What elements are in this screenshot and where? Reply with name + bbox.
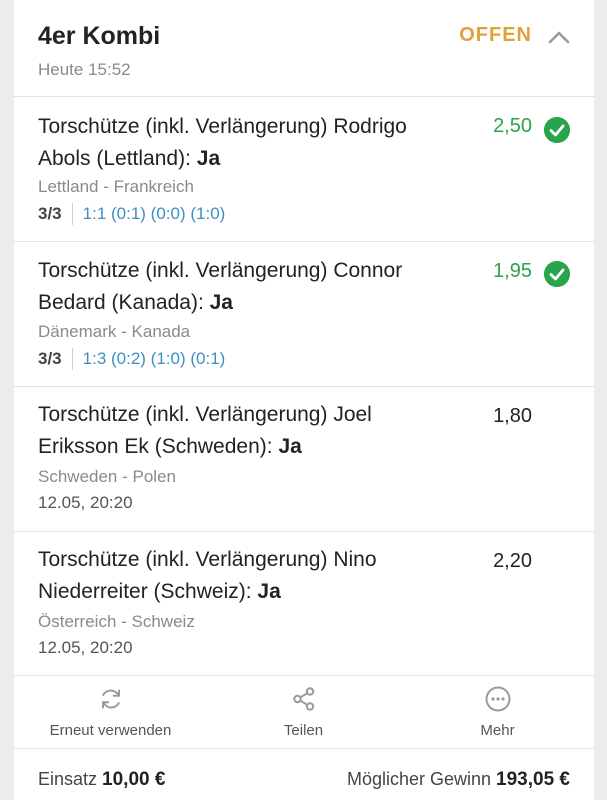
periods-count: 3/3	[38, 349, 62, 368]
bet-odds: 2,20	[493, 550, 532, 572]
match-name: Dänemark - Kanada	[38, 322, 191, 341]
bet-market: Torschütze (inkl. Verlängerung) Joel Eri…	[38, 403, 372, 458]
potential-win: Möglicher Gewinn 193,05 €	[347, 769, 570, 791]
match-name: Österreich - Schweiz	[38, 612, 195, 631]
bet-pick: Ja	[196, 147, 221, 170]
share-button[interactable]: Teilen	[207, 676, 400, 748]
bet-selection: Torschütze (inkl. Verlängerung) Nino Nie…	[38, 544, 458, 608]
bet-row[interactable]: Torschütze (inkl. Verlängerung) Connor B…	[14, 242, 594, 386]
more-button[interactable]: Mehr	[401, 676, 594, 748]
bet-selection: Torschütze (inkl. Verlängerung) Rodrigo …	[38, 111, 458, 175]
win-value: 193,05 €	[496, 769, 570, 790]
bet-slip-card: 4er Kombi Heute 15:52 OFFEN Torschütze (…	[14, 0, 594, 800]
separator	[71, 203, 73, 225]
bet-market: Torschütze (inkl. Verlängerung) Nino Nie…	[38, 548, 377, 603]
bet-pick: Ja	[209, 291, 233, 314]
stake-label: Einsatz	[38, 769, 103, 789]
bet-selection: Torschütze (inkl. Verlängerung) Connor B…	[38, 255, 458, 319]
match-date: 12.05, 20:20	[38, 638, 133, 657]
more-icon	[485, 686, 510, 712]
match-name: Lettland - Frankreich	[38, 177, 194, 196]
more-label: Mehr	[480, 722, 515, 739]
result-info: 3/3 1:3 (0:2) (1:0) (0:1)	[38, 346, 225, 372]
share-label: Teilen	[283, 722, 324, 739]
check-circle-icon	[544, 117, 570, 143]
separator	[71, 348, 73, 370]
reuse-label: Erneut verwenden	[49, 722, 172, 739]
bet-odds: 1,80	[493, 405, 532, 427]
bet-row[interactable]: Torschütze (inkl. Verlängerung) Joel Eri…	[14, 387, 594, 531]
bet-pick: Ja	[278, 435, 302, 458]
score: 1:1 (0:1) (0:0) (1:0)	[82, 204, 226, 223]
bet-market: Torschütze (inkl. Verlängerung) Rodrigo …	[38, 115, 407, 170]
status-badge: OFFEN	[459, 24, 532, 46]
bet-selection: Torschütze (inkl. Verlängerung) Joel Eri…	[38, 399, 458, 463]
bet-row[interactable]: Torschütze (inkl. Verlängerung) Nino Nie…	[14, 532, 594, 676]
refresh-icon	[101, 689, 120, 709]
check-circle-icon	[544, 261, 570, 287]
chevron-up-icon[interactable]	[548, 30, 570, 44]
bet-slip-time: Heute 15:52	[38, 60, 131, 79]
bet-odds: 1,95	[493, 260, 532, 282]
match-name: Schweden - Polen	[38, 467, 176, 486]
bet-row[interactable]: Torschütze (inkl. Verlängerung) Rodrigo …	[14, 97, 594, 241]
win-label: Möglicher Gewinn	[346, 769, 497, 789]
stake: Einsatz 10,00 €	[38, 769, 165, 791]
reuse-button[interactable]: Erneut verwenden	[14, 676, 207, 748]
result-info: 3/3 1:1 (0:1) (0:0) (1:0)	[38, 201, 225, 227]
periods-count: 3/3	[38, 204, 62, 223]
bet-slip-header[interactable]: 4er Kombi Heute 15:52 OFFEN	[14, 0, 594, 96]
share-icon	[292, 687, 314, 711]
score: 1:3 (0:2) (1:0) (0:1)	[82, 349, 226, 368]
stake-value: 10,00 €	[102, 769, 166, 790]
bet-odds: 2,50	[493, 115, 532, 137]
bet-slip-title: 4er Kombi	[38, 22, 161, 50]
match-date: 12.05, 20:20	[38, 493, 133, 512]
bet-pick: Ja	[257, 580, 281, 603]
bet-summary: Einsatz 10,00 € Möglicher Gewinn 193,05 …	[14, 748, 594, 800]
action-bar: Erneut verwenden Teilen Mehr	[14, 676, 594, 748]
